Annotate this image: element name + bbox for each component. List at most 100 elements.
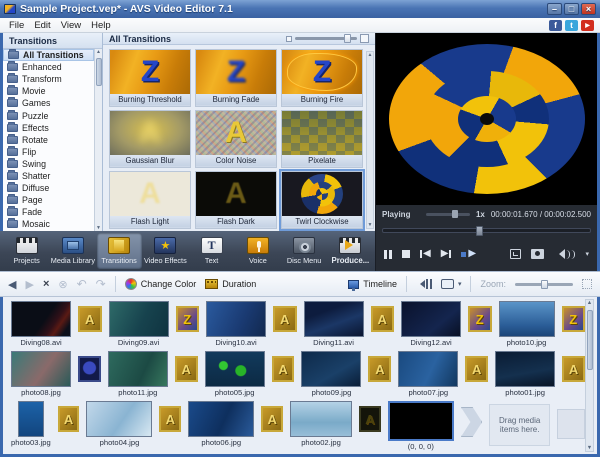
clip-diving11[interactable]: Diving11.avi bbox=[304, 301, 364, 347]
tab-transitions[interactable]: Transitions bbox=[97, 233, 142, 269]
clip-black-color[interactable]: (0, 0, 0) bbox=[388, 401, 454, 451]
transition-chip[interactable] bbox=[78, 356, 101, 382]
transition-chip[interactable]: A bbox=[273, 306, 297, 332]
transition-chip[interactable]: A bbox=[78, 306, 102, 332]
clip-photo03[interactable]: photo03.jpg bbox=[11, 401, 51, 447]
clip-thumbnail[interactable] bbox=[109, 301, 169, 337]
scroll-thumb[interactable] bbox=[587, 310, 593, 370]
clip-thumbnail[interactable] bbox=[304, 301, 364, 337]
sidebar-item-rotate[interactable]: Rotate bbox=[3, 134, 94, 146]
tab-voice[interactable]: Voice bbox=[235, 233, 280, 269]
sidebar-item-enhanced[interactable]: Enhanced bbox=[3, 61, 94, 73]
selected-clip-thumbnail[interactable] bbox=[388, 401, 454, 441]
transition-chip[interactable]: A bbox=[562, 356, 585, 382]
tab-text[interactable]: T Text bbox=[189, 233, 234, 269]
sidebar-item-fade[interactable]: Fade bbox=[3, 206, 94, 218]
transition-chip[interactable]: Z bbox=[176, 306, 200, 332]
transition-chip[interactable]: Z bbox=[562, 306, 586, 332]
clip-photo04[interactable]: photo04.jpg bbox=[86, 401, 152, 447]
menu-file[interactable]: File bbox=[4, 20, 29, 31]
close-button[interactable]: × bbox=[581, 3, 596, 15]
clip-diving08[interactable]: Diving08.avi bbox=[11, 301, 71, 347]
menu-edit[interactable]: Edit bbox=[29, 20, 55, 31]
scroll-thumb[interactable] bbox=[96, 58, 102, 86]
volume-caret-icon[interactable]: ▾ bbox=[585, 250, 589, 258]
previous-frame-button[interactable]: ◀ bbox=[420, 249, 431, 259]
transition-chip[interactable]: A bbox=[159, 406, 181, 432]
clip-photo06[interactable]: photo06.jpg bbox=[188, 401, 254, 447]
clip-thumbnail[interactable] bbox=[495, 351, 555, 387]
tab-projects[interactable]: Projects bbox=[4, 233, 49, 269]
transition-chip[interactable]: Z bbox=[468, 306, 492, 332]
undo-button[interactable]: ↶ bbox=[77, 277, 87, 291]
clip-diving10[interactable]: Diving10.avi bbox=[206, 301, 266, 347]
duration-button[interactable]: Duration bbox=[205, 279, 256, 289]
sidebar-item-mosaic[interactable]: Mosaic bbox=[3, 218, 94, 230]
menu-view[interactable]: View bbox=[56, 20, 86, 31]
transition-pixelate[interactable]: Pixelate bbox=[281, 110, 363, 168]
scroll-down-icon[interactable]: ▼ bbox=[96, 225, 101, 231]
scroll-down-icon[interactable]: ▼ bbox=[368, 222, 373, 228]
transition-twirl-clockwise[interactable]: Twirl Clockwise bbox=[281, 171, 363, 229]
clip-thumbnail[interactable] bbox=[206, 301, 266, 337]
transition-chip[interactable]: A bbox=[261, 406, 283, 432]
clip-photo05[interactable]: photo05.jpg bbox=[205, 351, 265, 397]
volume-button[interactable] bbox=[554, 249, 575, 259]
transition-gaussian-blur[interactable]: A Gaussian Blur bbox=[109, 110, 191, 168]
clip-photo07[interactable]: photo07.jpg bbox=[398, 351, 458, 397]
clip-thumbnail[interactable] bbox=[188, 401, 254, 437]
clip-thumbnail[interactable] bbox=[11, 301, 71, 337]
change-color-button[interactable]: Change Color bbox=[125, 278, 197, 290]
clip-thumbnail[interactable] bbox=[11, 351, 71, 387]
transition-chip[interactable]: A bbox=[465, 356, 488, 382]
clip-photo02[interactable]: photo02.jpg bbox=[290, 401, 352, 447]
timeline-button[interactable]: Timeline bbox=[348, 279, 397, 289]
transition-chip[interactable]: A bbox=[58, 406, 80, 432]
empty-slot[interactable] bbox=[557, 409, 585, 439]
transition-flash-dark[interactable]: A Flash Dark bbox=[195, 171, 277, 229]
clip-photo01[interactable]: photo01.jpg bbox=[495, 351, 555, 397]
sidebar-item-effects[interactable]: Effects bbox=[3, 122, 94, 134]
sidebar-item-games[interactable]: Games bbox=[3, 97, 94, 109]
next-frame-button[interactable]: ▶ bbox=[441, 249, 452, 259]
tab-media-library[interactable]: Media Library bbox=[50, 233, 95, 269]
youtube-icon[interactable]: ▶ bbox=[581, 20, 594, 31]
transition-chip[interactable]: A bbox=[272, 356, 295, 382]
clip-photo10[interactable]: photo10.jpg bbox=[499, 301, 555, 347]
sidebar-item-page[interactable]: Page bbox=[3, 194, 94, 206]
play-button[interactable]: ▶ bbox=[461, 249, 476, 259]
redo-button[interactable]: ↷ bbox=[96, 277, 106, 291]
tab-produce[interactable]: Produce... bbox=[328, 233, 373, 269]
transition-chip[interactable]: A bbox=[175, 356, 198, 382]
pause-button[interactable] bbox=[384, 250, 392, 259]
tab-disc-menu[interactable]: Disc Menu bbox=[282, 233, 327, 269]
facebook-icon[interactable]: f bbox=[549, 20, 562, 31]
scroll-down-icon[interactable]: ▼ bbox=[587, 445, 592, 451]
sidebar-item-transform[interactable]: Transform bbox=[3, 73, 94, 85]
fullscreen-icon[interactable] bbox=[510, 249, 521, 259]
speed-slider-thumb[interactable] bbox=[452, 210, 458, 218]
display-mode-button[interactable]: ▾ bbox=[441, 279, 462, 289]
clip-photo11[interactable]: photo11.jpg bbox=[108, 351, 168, 397]
transition-chip[interactable]: A bbox=[359, 406, 381, 432]
delete-button[interactable]: × bbox=[43, 278, 49, 290]
sidebar-item-swing[interactable]: Swing bbox=[3, 158, 94, 170]
scroll-up-icon[interactable]: ▲ bbox=[96, 49, 101, 55]
zoom-slider[interactable] bbox=[515, 283, 573, 286]
gallery-scrollbar[interactable]: ▲ ▼ bbox=[366, 51, 374, 229]
clip-thumbnail[interactable] bbox=[301, 351, 361, 387]
clip-diving09[interactable]: Diving09.avi bbox=[109, 301, 169, 347]
clip-photo09[interactable]: photo09.jpg bbox=[301, 351, 361, 397]
clip-thumbnail[interactable] bbox=[499, 301, 555, 337]
audio-mixer-button[interactable] bbox=[416, 279, 432, 289]
scroll-up-icon[interactable]: ▲ bbox=[368, 52, 373, 58]
clip-thumbnail[interactable] bbox=[108, 351, 168, 387]
maximize-button[interactable]: □ bbox=[564, 3, 579, 15]
transition-burning-threshold[interactable]: Z Burning Threshold bbox=[109, 49, 191, 107]
sidebar-item-puzzle[interactable]: Puzzle bbox=[3, 109, 94, 121]
clip-thumbnail[interactable] bbox=[18, 401, 44, 437]
thumbnail-size-slider[interactable] bbox=[286, 34, 369, 43]
sidebar-scrollbar[interactable]: ▲ ▼ bbox=[94, 49, 102, 231]
back-button[interactable]: ◀ bbox=[8, 278, 16, 291]
transition-burning-fire[interactable]: Z Burning Fire bbox=[281, 49, 363, 107]
